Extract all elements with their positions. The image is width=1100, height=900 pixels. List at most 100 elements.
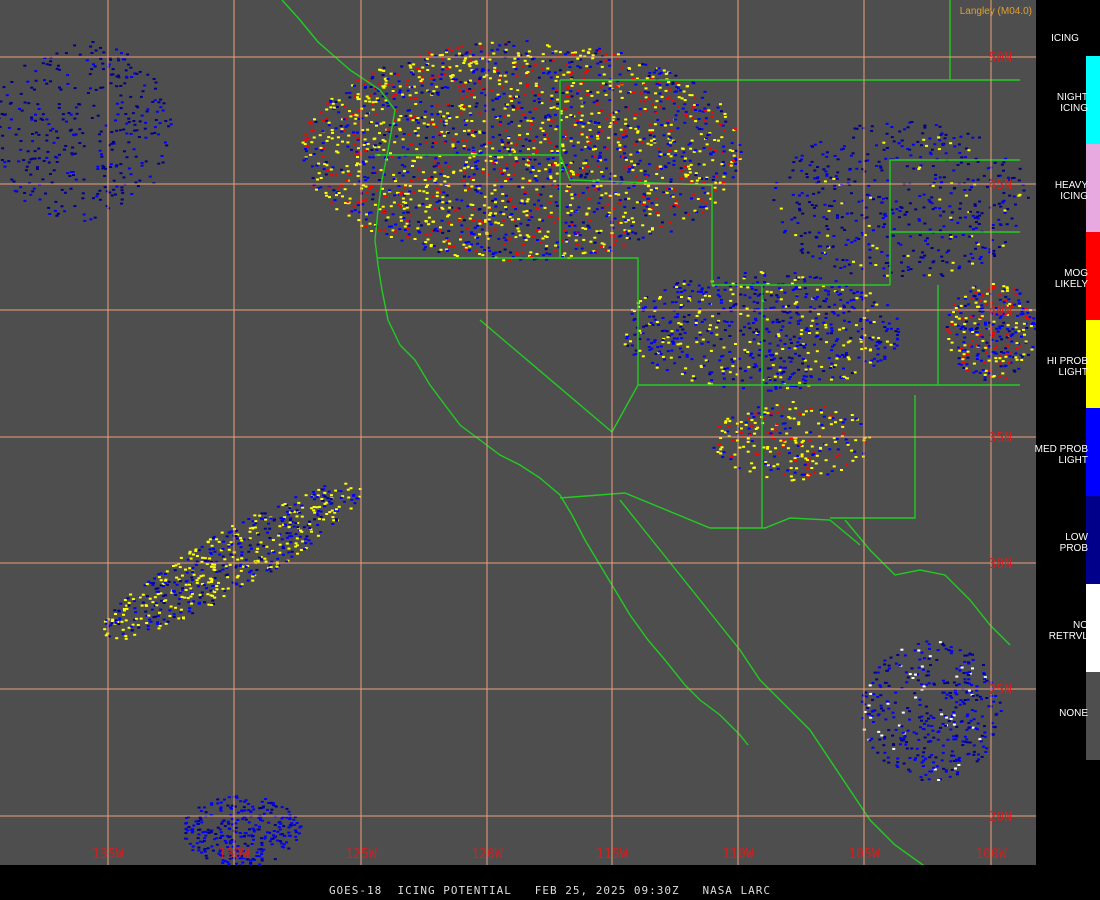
icing-pixel: [289, 541, 293, 544]
icing-pixel: [959, 161, 963, 164]
icing-pixel: [253, 514, 257, 517]
icing-pixel: [433, 179, 437, 182]
icing-pixel: [443, 73, 447, 75]
icing-pixel: [494, 159, 498, 162]
icing-pixel: [295, 839, 298, 841]
icing-pixel: [563, 230, 567, 232]
icing-pixel: [605, 167, 608, 170]
icing-pixel: [195, 579, 199, 582]
icing-pixel: [997, 202, 1001, 205]
icing-pixel: [565, 206, 569, 208]
icing-pixel: [549, 175, 553, 178]
icing-pixel: [711, 178, 715, 181]
icing-pixel: [641, 63, 645, 66]
icing-pixel: [980, 261, 984, 264]
icing-pixel: [871, 336, 875, 339]
icing-pixel: [491, 108, 495, 111]
icing-pixel: [488, 77, 492, 80]
icing-pixel: [625, 158, 628, 161]
icing-pixel: [341, 171, 345, 174]
icing-pixel: [394, 94, 397, 97]
icing-pixel: [399, 219, 403, 222]
icing-pixel: [979, 300, 983, 303]
icing-pixel: [388, 189, 392, 192]
icing-pixel: [626, 219, 630, 222]
icing-pixel: [975, 358, 979, 360]
icing-pixel: [248, 537, 252, 540]
icing-pixel: [198, 596, 202, 599]
icing-pixel: [900, 275, 904, 277]
icing-pixel: [800, 329, 804, 332]
icing-pixel: [409, 117, 413, 120]
icing-pixel: [608, 246, 612, 249]
icing-pixel: [713, 201, 717, 204]
icing-pixel: [527, 155, 531, 158]
icing-pixel: [963, 344, 967, 347]
icing-pixel: [562, 73, 566, 76]
icing-pixel: [497, 79, 501, 82]
icing-pixel: [661, 317, 665, 319]
icing-pixel: [347, 214, 351, 217]
icing-pixel: [998, 335, 1002, 338]
icing-pixel: [917, 738, 921, 741]
icing-pixel: [394, 106, 398, 109]
icing-pixel: [203, 850, 207, 853]
icing-pixel: [872, 321, 876, 323]
icing-pixel: [498, 76, 502, 79]
icing-pixel: [546, 138, 550, 140]
icing-pixel: [896, 766, 900, 768]
icing-pixel: [247, 803, 251, 805]
icing-pixel: [671, 82, 675, 85]
icing-pixel: [758, 369, 762, 372]
icing-pixel: [366, 143, 370, 145]
icing-pixel: [362, 83, 366, 86]
icing-pixel: [271, 539, 275, 541]
icing-pixel: [655, 187, 658, 190]
icing-pixel: [779, 366, 783, 369]
icing-pixel: [898, 743, 902, 746]
icing-pixel: [910, 747, 914, 750]
icing-pixel: [691, 375, 695, 378]
icing-pixel: [697, 284, 701, 287]
icing-pixel: [955, 701, 959, 704]
icing-pixel: [452, 245, 456, 248]
icing-pixel: [676, 127, 680, 130]
icing-pixel: [527, 219, 531, 221]
icing-pixel: [961, 358, 965, 361]
icing-pixel: [148, 597, 152, 600]
icing-pixel: [853, 239, 857, 242]
icing-pixel: [450, 79, 454, 82]
icing-pixel: [480, 92, 484, 95]
icing-pixel: [512, 44, 516, 47]
icing-pixel: [727, 324, 731, 327]
icing-pixel: [398, 127, 402, 130]
icing-pixel: [524, 52, 528, 55]
icing-pixel: [190, 576, 194, 579]
icing-pixel: [509, 251, 513, 254]
icing-pixel: [923, 124, 927, 127]
icing-pixel: [963, 654, 967, 657]
icing-pixel: [849, 154, 853, 157]
icing-pixel: [832, 343, 836, 346]
icing-pixel: [1005, 352, 1009, 355]
icing-pixel: [922, 138, 926, 141]
icing-pixel: [910, 121, 914, 123]
icing-pixel: [683, 99, 687, 102]
icing-pixel: [801, 251, 804, 254]
icing-pixel: [472, 150, 476, 153]
icing-pixel: [382, 66, 386, 69]
icing-pixel: [920, 778, 924, 781]
icing-pixel: [975, 333, 979, 336]
icing-pixel: [517, 218, 521, 221]
icing-pixel: [601, 82, 605, 85]
icing-pixel: [841, 354, 844, 356]
icing-pixel: [418, 143, 422, 146]
icing-pixel: [539, 241, 543, 244]
icing-pixel: [539, 193, 543, 196]
icing-pixel: [412, 191, 416, 194]
icing-pixel: [581, 125, 585, 128]
icing-pixel: [891, 734, 895, 737]
icing-pixel: [949, 216, 953, 219]
icing-pixel: [971, 694, 975, 697]
icing-pixel: [398, 228, 402, 231]
